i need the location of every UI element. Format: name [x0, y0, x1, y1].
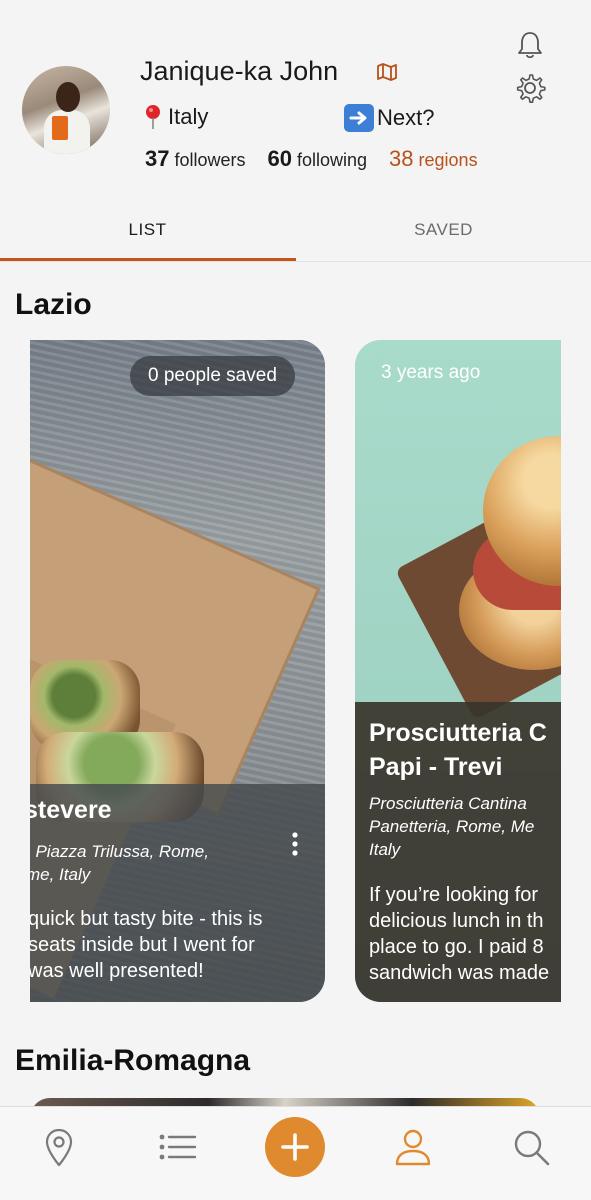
tab-saved[interactable]: SAVED [296, 200, 591, 260]
nav-list-button[interactable] [155, 1125, 199, 1169]
nav-search-button[interactable] [509, 1125, 553, 1169]
card-address-line: me, Italy [30, 865, 91, 884]
list-icon [159, 1134, 197, 1160]
nav-map-button[interactable] [37, 1125, 81, 1169]
bell-icon[interactable] [516, 30, 544, 60]
tab-list[interactable]: LIST [0, 200, 295, 260]
card-description-line: place to go. I paid 8 [369, 936, 544, 958]
add-place-button[interactable] [265, 1117, 325, 1177]
place-card[interactable]: 3 years ago Prosciutteria C Papi - Trevi… [355, 340, 561, 1002]
avatar[interactable] [22, 66, 110, 154]
card-address-line: Panetteria, Rome, Me [369, 817, 535, 836]
profile-stats: 37 followers 60 following 38 regions [145, 146, 500, 172]
profile-name: Janique-ka John [140, 56, 339, 86]
following-stat[interactable]: 60 following [268, 146, 368, 172]
nav-profile-button[interactable] [391, 1125, 435, 1169]
section-title-emilia-romagna: Emilia-Romagna [15, 1044, 251, 1077]
gear-icon[interactable] [514, 72, 546, 104]
card-address: Prosciutteria Cantina Panetteria, Rome, … [369, 792, 534, 861]
next-label: Next? [377, 105, 435, 130]
card-description-line: sandwich was made [369, 962, 550, 984]
card-description-line: seats inside but I went for [30, 934, 255, 956]
plus-icon [281, 1133, 309, 1161]
section-title-lazio: Lazio [15, 288, 92, 321]
card-address-line: Italy [369, 840, 401, 859]
card-address-line: Prosciutteria Cantina [369, 794, 527, 813]
card-title: Prosciutteria C Papi - Trevi [369, 716, 547, 784]
search-icon [514, 1130, 550, 1166]
following-label: following [297, 150, 368, 170]
card-timestamp: 3 years ago [381, 362, 481, 383]
card-description-line: quick but tasty bite - this is [30, 908, 263, 930]
regions-count: 38 [389, 146, 414, 171]
card-title-line: Prosciutteria C [369, 719, 547, 747]
card-description: quick but tasty bite - this is seats ins… [30, 906, 263, 984]
card-title: stevere [30, 796, 112, 824]
profile-icon [395, 1129, 431, 1166]
bottom-nav [0, 1106, 591, 1200]
followers-stat[interactable]: 37 followers [145, 146, 246, 172]
more-options-icon[interactable] [288, 830, 302, 860]
followers-label: followers [174, 150, 246, 170]
active-tab-indicator [0, 258, 296, 261]
profile-header: Janique-ka John Italy Next? 37 followers… [0, 0, 591, 200]
regions-label: regions [418, 150, 478, 170]
followers-count: 37 [145, 146, 170, 171]
card-description: If you’re looking for delicious lunch in… [369, 882, 549, 986]
location: Italy [142, 104, 208, 130]
map-pin-icon [45, 1128, 73, 1167]
tab-bar: LIST SAVED [0, 200, 591, 262]
arrow-right-icon [344, 104, 374, 132]
card-address-line: , Piazza Trilussa, Rome, [30, 842, 209, 861]
pin-emoji-icon [146, 105, 160, 129]
map-icon[interactable] [376, 62, 398, 82]
regions-stat[interactable]: 38 regions [389, 146, 478, 172]
card-description-line: was well presented! [30, 960, 204, 982]
card-description-line: delicious lunch in th [369, 910, 544, 932]
saved-count-badge: 0 people saved [130, 356, 295, 396]
location-label: Italy [168, 104, 209, 129]
next-destination[interactable]: Next? [344, 104, 434, 132]
card-address: , Piazza Trilussa, Rome, me, Italy [30, 840, 276, 886]
following-count: 60 [267, 146, 292, 171]
card-description-line: If you’re looking for [369, 884, 538, 906]
place-card[interactable]: 0 people saved stevere , Piazza Trilussa… [30, 340, 325, 1002]
card-title-line: Papi - Trevi [369, 753, 503, 781]
